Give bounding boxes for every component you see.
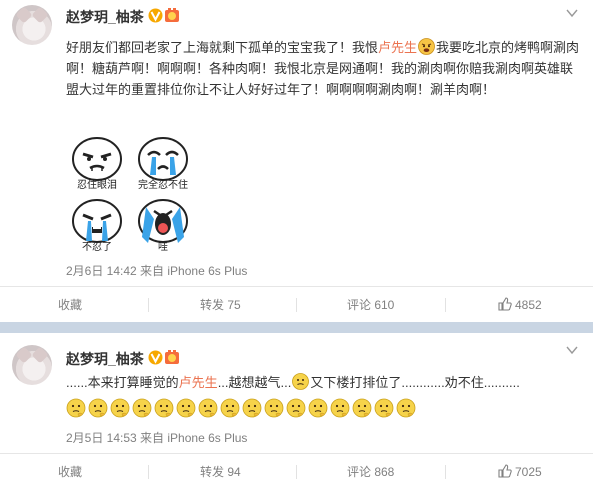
like-button[interactable]: 4852 xyxy=(498,287,542,323)
comment-button[interactable]: 评论 868 xyxy=(347,454,394,490)
verified-badge-icon xyxy=(148,350,163,365)
repost-button[interactable]: 转发 94 xyxy=(200,454,241,490)
thinking-face-icon xyxy=(220,398,240,418)
post-text: ...越想越气... xyxy=(217,375,292,390)
sticker-caption: 忍住眼泪 xyxy=(77,180,117,191)
thinking-face-icon xyxy=(154,398,174,418)
divider xyxy=(296,465,297,479)
thinking-face-icon xyxy=(286,398,306,418)
verified-badge-icon xyxy=(148,8,163,23)
thinking-face-icon xyxy=(132,398,152,418)
thinking-face-icon xyxy=(88,398,108,418)
username[interactable]: 赵梦玥_柚茶 xyxy=(66,7,144,27)
thinking-face-icon xyxy=(352,398,372,418)
thinking-face-icon xyxy=(374,398,394,418)
post-text: 好朋友们都回老家了上海就剩下孤单的宝宝我了！我恨 xyxy=(66,40,379,55)
thinking-face-icon xyxy=(176,398,196,418)
divider xyxy=(148,298,149,312)
sticker-grid: 忍住眼泪 完全忍不住 不忍了 哇 xyxy=(66,135,196,255)
angry-face-icon xyxy=(418,38,435,55)
sticker-image[interactable]: 完全忍不住 xyxy=(132,135,194,193)
thinking-face-icon xyxy=(308,398,328,418)
post-text: ......本来打算睡觉的 xyxy=(66,375,179,390)
avatar[interactable] xyxy=(12,5,52,45)
divider xyxy=(445,465,446,479)
thumbs-up-icon xyxy=(498,464,512,478)
level-badge-icon xyxy=(165,350,179,364)
like-button[interactable]: 7025 xyxy=(498,454,542,490)
chevron-down-icon[interactable] xyxy=(565,343,579,357)
thinking-face-icon xyxy=(110,398,130,418)
thinking-face-icon xyxy=(66,398,86,418)
post-content: 好朋友们都回老家了上海就剩下孤单的宝宝我了！我恨卢先生 我要吃北京的烤鸭啊涮肉啊！… xyxy=(66,37,581,100)
mention-link[interactable]: 卢先生 xyxy=(378,40,417,55)
post-separator xyxy=(0,322,593,333)
sticker-image[interactable]: 哇 xyxy=(132,197,194,255)
action-bar: 收藏 转发 75 评论 610 4852 xyxy=(0,286,593,323)
comment-button[interactable]: 评论 610 xyxy=(347,287,394,323)
post-timestamp-source[interactable]: 2月6日 14:42 来自 iPhone 6s Plus xyxy=(66,262,247,279)
level-badge-icon xyxy=(165,8,179,22)
favorite-button[interactable]: 收藏 xyxy=(58,454,82,490)
thinking-face-icon xyxy=(396,398,416,418)
thinking-face-icon xyxy=(198,398,218,418)
sticker-caption: 不忍了 xyxy=(82,242,112,253)
like-count: 7025 xyxy=(515,465,542,479)
like-count: 4852 xyxy=(515,298,542,312)
post-content: ......本来打算睡觉的卢先生...越想越气... 又下楼打排位了.......… xyxy=(66,372,581,393)
emoji-row xyxy=(66,398,426,418)
thumbs-up-icon xyxy=(498,297,512,311)
favorite-button[interactable]: 收藏 xyxy=(58,287,82,323)
repost-button[interactable]: 转发 75 xyxy=(200,287,241,323)
mention-link[interactable]: 卢先生 xyxy=(179,375,218,390)
sticker-image[interactable]: 不忍了 xyxy=(66,197,128,255)
sticker-caption: 完全忍不住 xyxy=(138,180,188,191)
thinking-face-icon xyxy=(242,398,262,418)
avatar[interactable] xyxy=(12,345,52,385)
divider xyxy=(148,465,149,479)
weibo-post: 赵梦玥_柚茶 好朋友们都回老家了上海就剩下孤单的宝宝我了！我恨卢先生 我要吃北京的… xyxy=(0,0,593,322)
post-text: 又下楼打排位了............劝不住.......... xyxy=(310,375,520,390)
chevron-down-icon[interactable] xyxy=(565,6,579,20)
thinking-face-icon xyxy=(330,398,350,418)
username[interactable]: 赵梦玥_柚茶 xyxy=(66,349,144,369)
action-bar: 收藏 转发 94 评论 868 7025 xyxy=(0,453,593,490)
sticker-caption: 哇 xyxy=(158,242,168,253)
divider xyxy=(445,298,446,312)
thinking-face-icon xyxy=(264,398,284,418)
sticker-image[interactable]: 忍住眼泪 xyxy=(66,135,128,193)
thinking-face-icon xyxy=(292,373,310,390)
post-timestamp-source[interactable]: 2月5日 14:53 来自 iPhone 6s Plus xyxy=(66,429,247,446)
divider xyxy=(296,298,297,312)
